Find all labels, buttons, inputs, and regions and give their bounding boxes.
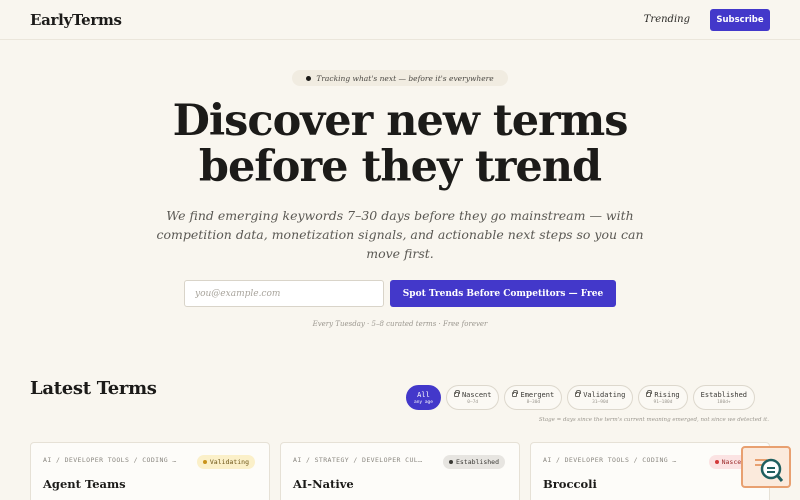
stage-badge: Validating xyxy=(196,455,255,469)
term-category: AI / DEVELOPER TOOLS / CODING … xyxy=(543,456,677,464)
filter-label: Emergent xyxy=(520,390,555,399)
lock-icon xyxy=(453,390,460,397)
status-dot-icon xyxy=(202,460,207,464)
latest-terms-heading: Latest Terms xyxy=(30,378,157,399)
term-name: Broccoli xyxy=(543,477,597,491)
filter-range: any age xyxy=(414,399,433,405)
filter-label-row: Rising xyxy=(646,390,680,399)
term-card[interactable]: AI / STRATEGY / DEVELOPER CUL… Establish… xyxy=(280,442,520,500)
term-card[interactable]: AI / DEVELOPER TOOLS / CODING … Validati… xyxy=(30,442,270,500)
hero-subtitle: We find emerging keywords 7–30 days befo… xyxy=(156,208,644,261)
filter-range: 8–30d xyxy=(526,399,541,405)
filter-nascent[interactable]: Nascent 0–7d xyxy=(445,385,500,410)
stage-badge-label: Established xyxy=(455,458,499,466)
filter-all[interactable]: All any age xyxy=(406,385,441,410)
status-dot-icon xyxy=(714,460,719,464)
filter-label: Validating xyxy=(583,390,626,399)
term-name: Agent Teams xyxy=(43,477,126,491)
floating-help-widget[interactable] xyxy=(741,446,791,488)
nav-right: Trending Subscribe xyxy=(644,8,770,31)
search-chat-icon xyxy=(755,458,783,482)
filter-range: 91–180d xyxy=(653,399,673,405)
hero-title-line2: before they trend xyxy=(198,142,602,192)
tagline-text: Tracking what's next — before it's every… xyxy=(316,73,494,83)
tagline-pill: Tracking what's next — before it's every… xyxy=(292,70,508,86)
signup-fineprint: Every Tuesday · 5–8 curated terms · Free… xyxy=(312,320,488,328)
stage-badge: Established xyxy=(442,455,505,469)
filter-label: Established xyxy=(700,390,748,399)
email-input[interactable] xyxy=(184,280,384,307)
filter-range: 180d+ xyxy=(717,399,731,405)
subscribe-button[interactable]: Subscribe xyxy=(710,8,770,31)
lock-icon xyxy=(512,390,519,397)
term-category: AI / STRATEGY / DEVELOPER CUL… xyxy=(293,456,423,464)
filter-range: 31–90d xyxy=(592,399,609,405)
filter-label: Nascent xyxy=(461,390,492,399)
status-dot-icon xyxy=(448,460,453,464)
term-name: AI-Native xyxy=(293,477,354,491)
term-category: AI / DEVELOPER TOOLS / CODING … xyxy=(43,456,177,464)
stage-badge-label: Validating xyxy=(209,458,249,466)
logo[interactable]: EarlyTerms xyxy=(30,11,122,29)
top-nav: EarlyTerms Trending Subscribe xyxy=(0,0,800,40)
filter-range: 0–7d xyxy=(467,399,479,405)
lock-icon xyxy=(575,390,582,397)
bullet-dot-icon xyxy=(306,75,312,81)
term-card[interactable]: AI / DEVELOPER TOOLS / CODING … Nascent … xyxy=(530,442,770,500)
filter-label-row: Nascent xyxy=(453,390,492,399)
filter-validating[interactable]: Validating 31–90d xyxy=(567,385,634,410)
filter-label-row: Emergent xyxy=(512,390,555,399)
filter-label: All xyxy=(417,390,430,399)
stage-filters: All any age Nascent 0–7d Emergent 8–30d … xyxy=(406,385,756,410)
cta-button[interactable]: Spot Trends Before Competitors — Free xyxy=(390,280,616,307)
stage-note: Stage = days since the term's current me… xyxy=(538,417,769,423)
hero-title-line1: Discover new terms xyxy=(172,96,629,146)
filter-rising[interactable]: Rising 91–180d xyxy=(638,385,688,410)
filter-emergent[interactable]: Emergent 8–30d xyxy=(504,385,563,410)
filter-label: Rising xyxy=(654,390,680,399)
filter-established[interactable]: Established 180d+ xyxy=(692,385,756,410)
nav-trending-link[interactable]: Trending xyxy=(644,14,690,25)
lock-icon xyxy=(646,390,653,397)
filter-label-row: Validating xyxy=(575,390,626,399)
hero-title: Discover new terms before they trend xyxy=(100,98,700,190)
